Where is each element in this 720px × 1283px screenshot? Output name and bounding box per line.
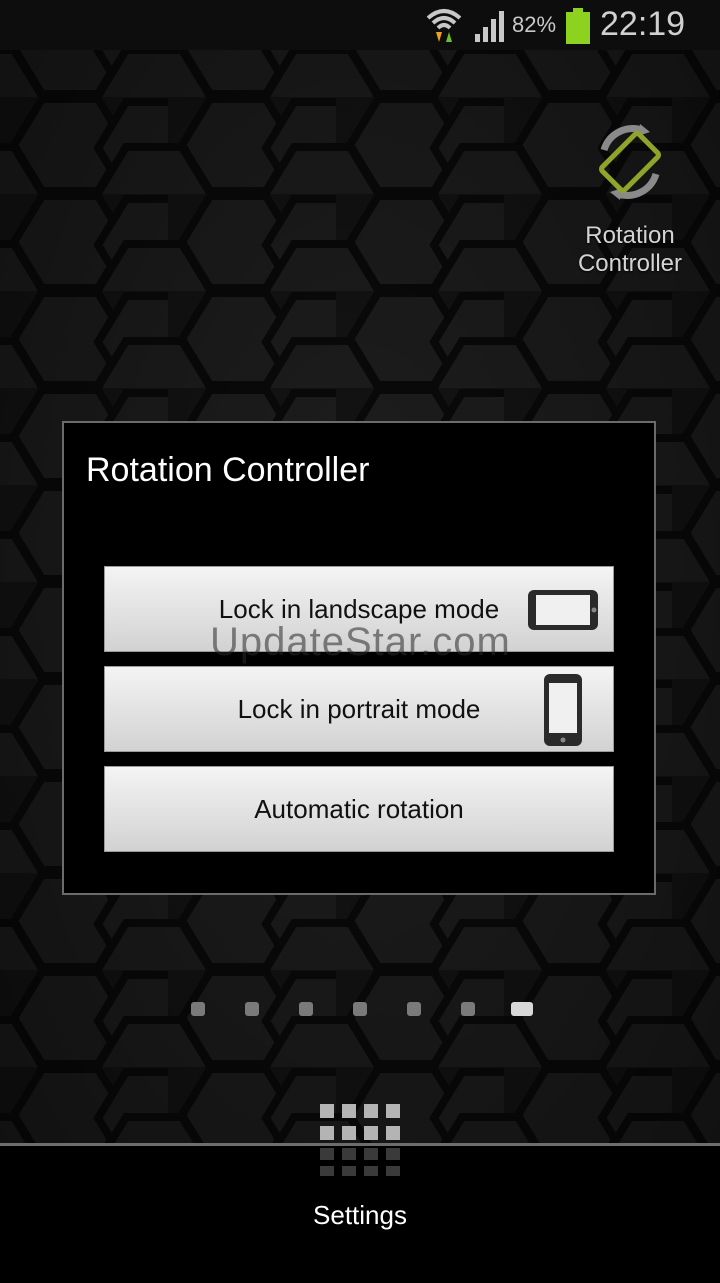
automatic-rotation-label: Automatic rotation bbox=[254, 793, 464, 824]
automatic-rotation-button[interactable]: Automatic rotation bbox=[104, 766, 614, 852]
rotation-dialog: Rotation Controller Lock in landscape mo… bbox=[62, 421, 656, 895]
lock-portrait-button[interactable]: Lock in portrait mode bbox=[104, 666, 614, 752]
app-grid-icon[interactable] bbox=[320, 1104, 402, 1186]
page-dot[interactable] bbox=[299, 1002, 313, 1016]
settings-label[interactable]: Settings bbox=[0, 1200, 720, 1231]
battery-percentage: 82% bbox=[512, 12, 557, 37]
battery-icon bbox=[566, 8, 590, 44]
rotate-screen-icon[interactable] bbox=[590, 122, 670, 202]
widget-label[interactable]: Rotation Controller bbox=[560, 222, 700, 278]
page-dot[interactable] bbox=[353, 1002, 367, 1016]
page-dot-active[interactable] bbox=[511, 1002, 533, 1016]
clock: 22:19 bbox=[600, 5, 686, 43]
phone-landscape-icon bbox=[528, 590, 598, 630]
lock-portrait-label: Lock in portrait mode bbox=[237, 693, 481, 724]
lock-landscape-button[interactable]: Lock in landscape mode bbox=[104, 566, 614, 652]
cell-signal-icon bbox=[475, 11, 504, 42]
page-dot[interactable] bbox=[461, 1002, 475, 1016]
page-dot[interactable] bbox=[191, 1002, 205, 1016]
page-indicator bbox=[0, 1002, 720, 1018]
lock-landscape-label: Lock in landscape mode bbox=[218, 593, 500, 624]
phone-portrait-icon bbox=[544, 674, 582, 746]
dialog-title: Rotation Controller bbox=[86, 451, 370, 489]
wifi-data-arrows-icon bbox=[426, 9, 462, 42]
page-dot[interactable] bbox=[245, 1002, 259, 1016]
page-dot[interactable] bbox=[407, 1002, 421, 1016]
status-bar: 82% 22:19 bbox=[0, 0, 720, 50]
